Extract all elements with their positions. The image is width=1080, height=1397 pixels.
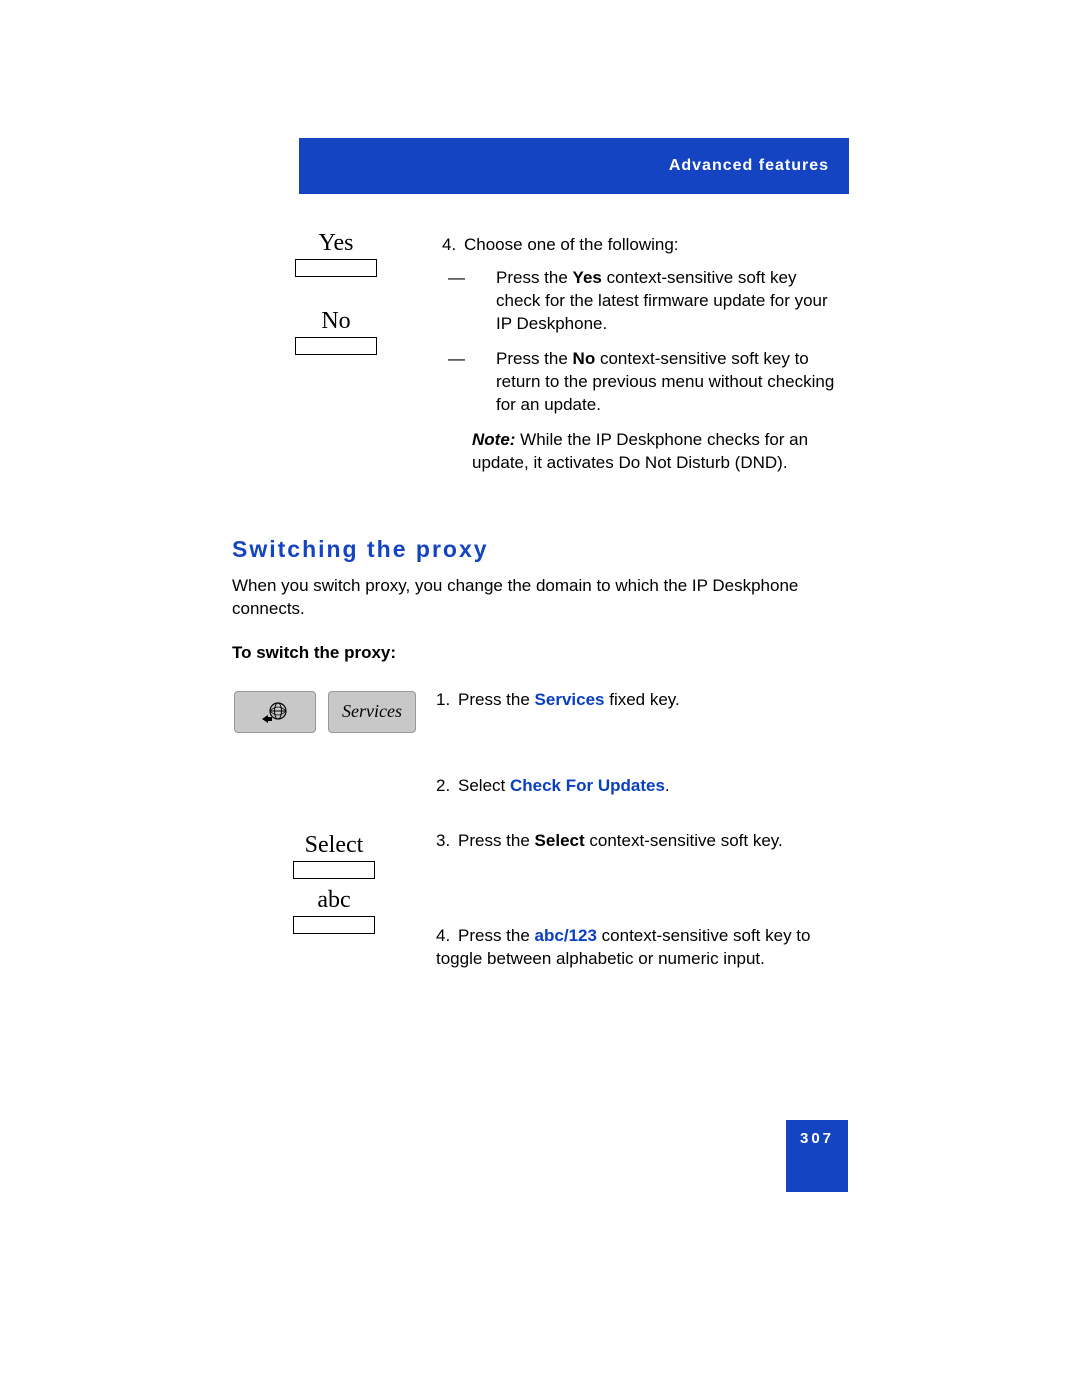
page-number: 307: [800, 1130, 834, 1147]
step-row-1: Services 1.Press the Services fixed key.: [234, 689, 850, 773]
softkey-select-button: [293, 861, 375, 879]
check-for-updates-link: Check For Updates: [510, 776, 665, 795]
step-row-2: 2.Select Check For Updates.: [234, 775, 850, 828]
softkey-no-label: No: [295, 308, 377, 335]
step4-intro: Choose one of the following:: [464, 235, 679, 254]
softkey-abc-button: [293, 916, 375, 934]
softkey-no-button: [295, 337, 377, 355]
globe-key-icon: [234, 691, 316, 733]
globe-arrow-icon: [260, 701, 290, 723]
step4-note: Note: While the IP Deskphone checks for …: [472, 429, 842, 475]
step4-bullet1: —Press the Yes context-sensitive soft ke…: [472, 267, 842, 336]
softkey-yes-button: [295, 259, 377, 277]
softkey-select-label: Select: [284, 832, 384, 859]
step4-block: 4.Choose one of the following: —Press th…: [442, 234, 842, 474]
softkey-abc-block: abc: [284, 887, 384, 934]
softkey-yes-label: Yes: [295, 230, 377, 257]
softkey-abc-label: abc: [284, 887, 384, 914]
procedure-heading: To switch the proxy:: [232, 643, 852, 663]
services-key-label: Services: [328, 691, 416, 733]
page-content: Yes No 4.Choose one of the following: —P…: [232, 230, 852, 1003]
page-number-box: 307: [786, 1120, 848, 1192]
step-row-4: abc 4.Press the abc/123 context-sensitiv…: [234, 885, 850, 1001]
step-row-3: Select 3.Press the Select context-sensit…: [234, 830, 850, 883]
procedure-steps: Services 1.Press the Services fixed key.…: [232, 687, 852, 1003]
step-number: 4.: [442, 234, 464, 257]
section-intro: When you switch proxy, you change the do…: [232, 575, 852, 621]
abc-123-link: abc/123: [535, 926, 597, 945]
services-key-graphic: Services: [234, 691, 434, 733]
header-title: Advanced features: [669, 157, 829, 175]
step4-bullet2: —Press the No context-sensitive soft key…: [472, 348, 842, 417]
softkey-select-block: Select: [284, 832, 384, 879]
softkey-yes-block: Yes: [295, 230, 377, 277]
header-bar: Advanced features: [299, 138, 849, 194]
softkey-no-block: No: [295, 308, 377, 355]
section-heading-switching-proxy: Switching the proxy: [232, 536, 852, 563]
services-link: Services: [535, 690, 605, 709]
